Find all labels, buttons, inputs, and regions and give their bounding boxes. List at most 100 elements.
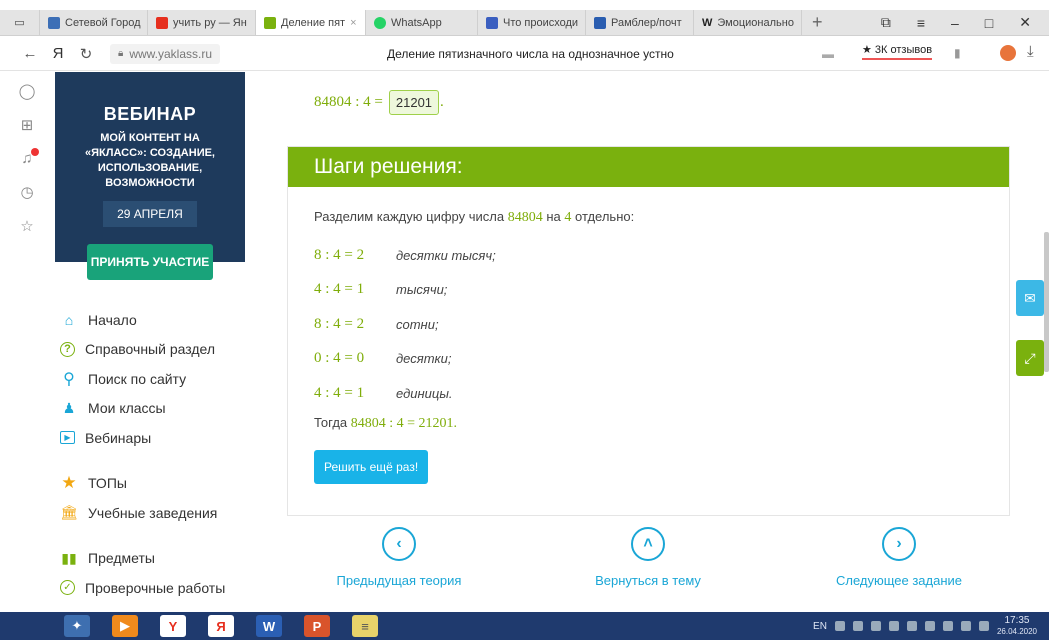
webinar-banner[interactable]: ВЕБИНАР МОЙ КОНТЕНТ НА «ЯКЛАСС»: СОЗДАНИ…	[55, 72, 245, 262]
nav-item-search[interactable]: ⚲ Поиск по сайту	[60, 364, 260, 394]
chevron-up-icon: ˄	[631, 527, 665, 561]
browser-menu-icon[interactable]: ▭	[0, 10, 40, 35]
rambler-icon	[594, 16, 606, 29]
tray-app-icon[interactable]	[906, 621, 917, 631]
tab-emotsionalno[interactable]: W Эмоционально	[694, 10, 802, 35]
expand-icon: ⤢	[1024, 349, 1036, 366]
reload-icon[interactable]: ↻	[72, 45, 100, 63]
institution-icon: 🏛︎	[60, 504, 78, 521]
webinar-icon: ▶	[60, 431, 75, 445]
tab-whatsapp[interactable]: WhatsApp	[366, 10, 478, 35]
tab-chto-proishodit[interactable]: Что происходи	[478, 10, 586, 35]
notifications-bell-icon[interactable]: ♫	[21, 148, 39, 167]
tray-app-icon[interactable]	[924, 621, 935, 631]
back-to-topic-label: Вернуться в тему	[595, 573, 701, 588]
favorites-star-icon[interactable]: ☆	[20, 217, 33, 235]
maximize-button[interactable]: □	[985, 15, 993, 31]
retry-button[interactable]: Решить ещё раз!	[314, 449, 429, 484]
yandex-icon[interactable]: Я	[208, 615, 234, 637]
notification-dot	[30, 148, 39, 156]
intro-divisor: 4	[564, 210, 572, 225]
signal-icon[interactable]	[978, 621, 989, 631]
nav-item-classes[interactable]: ♟ Мои классы	[60, 394, 260, 424]
reader-icon[interactable]: ▬	[822, 47, 834, 61]
whatsapp-icon	[374, 16, 386, 29]
classes-icon: ♟	[62, 399, 76, 416]
nav-item-tops[interactable]: ★ ТОПы	[60, 469, 260, 499]
tray-app-icon[interactable]	[942, 621, 953, 631]
nav-item-institutions[interactable]: 🏛︎ Учебные заведения	[60, 498, 260, 528]
apps-grid-icon[interactable]: ⊞	[21, 116, 34, 134]
language-indicator[interactable]: EN	[813, 621, 827, 632]
new-tab-button[interactable]: +	[802, 10, 833, 35]
tab-label: Эмоционально	[717, 16, 794, 29]
prev-theory-link[interactable]: ‹ Предыдущая теория	[309, 527, 489, 588]
tab-uchit-ru[interactable]: учить ру — Ян	[148, 10, 256, 35]
nav-item-subjects[interactable]: ▮▮ Предметы	[60, 544, 260, 574]
scrollbar[interactable]	[1044, 232, 1049, 372]
next-task-link[interactable]: › Следующее задание	[809, 527, 989, 588]
media-player-icon[interactable]: ▶	[112, 615, 138, 637]
banner-description: МОЙ КОНТЕНТ НА «ЯКЛАСС»: СОЗДАНИЕ, ИСПОЛ…	[85, 132, 215, 189]
tab-delenie[interactable]: Деление пят ×	[256, 10, 366, 35]
menu-icon[interactable]: ≡	[917, 15, 925, 31]
next-task-label: Следующее задание	[835, 573, 963, 588]
bookmarks-icon[interactable]: ⧉	[881, 14, 891, 31]
check-icon: ✓	[60, 580, 75, 596]
solution-heading: Шаги решения:	[288, 147, 1009, 187]
solution-total: Тогда 84804 : 4 = 21201.	[314, 415, 1009, 432]
start-button-icon[interactable]: ✦	[64, 615, 90, 637]
yandex-logo-icon[interactable]: Я	[44, 45, 72, 62]
extension-icon[interactable]	[1000, 45, 1016, 61]
powerpoint-icon[interactable]: P	[304, 615, 330, 637]
join-webinar-button[interactable]: ПРИНЯТЬ УЧАСТИЕ	[87, 244, 213, 280]
close-icon[interactable]: ×	[350, 17, 356, 29]
back-arrow-icon[interactable]: ←	[16, 45, 44, 62]
answer-expression: 84804 : 4 =	[314, 94, 383, 110]
step-place-value: десятки тысяч;	[396, 247, 496, 263]
clock-time: 17:35	[1004, 615, 1030, 626]
volume-icon[interactable]	[870, 621, 881, 631]
nav-item-label: ТОПы	[88, 475, 127, 492]
tray-app-icon[interactable]	[834, 621, 845, 631]
nav-item-tests[interactable]: ✓ Проверочные работы	[60, 573, 260, 603]
chevron-left-icon: ‹	[382, 527, 416, 561]
nav-item-label: Проверочные работы	[85, 579, 226, 596]
back-to-topic-link[interactable]: ˄ Вернуться в тему	[558, 527, 738, 588]
tab-rambler[interactable]: Рамблер/почт	[586, 10, 694, 35]
intro-text: на	[546, 209, 561, 224]
star-icon: ★	[61, 473, 77, 493]
tray-app-icon[interactable]	[852, 621, 863, 631]
nav-item-help[interactable]: ? Справочный раздел	[60, 335, 260, 365]
network-icon[interactable]	[888, 621, 899, 631]
intro-text: отдельно:	[575, 209, 635, 224]
reviews-badge[interactable]: ★ 3К отзывов	[862, 43, 933, 60]
fullscreen-button[interactable]: ⤢	[1016, 340, 1044, 376]
minimize-button[interactable]: –	[951, 15, 959, 31]
nav-item-label: Справочный раздел	[85, 341, 216, 358]
total-prefix: Тогда	[314, 414, 348, 430]
intro-text: Разделим каждую цифру числа	[314, 209, 505, 224]
close-window-button[interactable]: ✕	[1019, 14, 1031, 31]
notepad-icon[interactable]: ≡	[352, 615, 378, 637]
tab-favicon-icon	[48, 16, 60, 29]
tab-setevoy-gorod[interactable]: Сетевой Город	[40, 10, 148, 35]
chevron-right-icon: ›	[882, 527, 916, 561]
help-icon: ?	[60, 341, 75, 357]
profile-icon[interactable]: ◯	[19, 82, 36, 100]
solution-step: 4 : 4 = 1 единицы.	[314, 376, 1009, 411]
word-icon[interactable]: W	[256, 615, 282, 637]
tray-app-icon[interactable]	[960, 621, 971, 631]
clock[interactable]: 17:35 26.04.2020	[997, 615, 1037, 637]
banner-title: ВЕБИНАР	[103, 104, 197, 124]
download-icon[interactable]: ⤓	[1027, 43, 1034, 60]
history-clock-icon[interactable]: ◷	[20, 183, 33, 201]
nav-item-webinars[interactable]: ▶ Вебинары	[60, 423, 260, 453]
nav-item-home[interactable]: ⌂ Начало	[60, 305, 260, 335]
feedback-mail-button[interactable]: ✉	[1016, 280, 1044, 316]
yandex-browser-icon[interactable]: Y	[160, 615, 186, 637]
prev-theory-label: Предыдущая теория	[336, 573, 462, 588]
step-place-value: тысячи;	[396, 282, 448, 298]
url-field[interactable]: 🔒︎ www.yaklass.ru	[110, 43, 221, 64]
bookmark-icon[interactable]: ▮	[954, 46, 961, 60]
